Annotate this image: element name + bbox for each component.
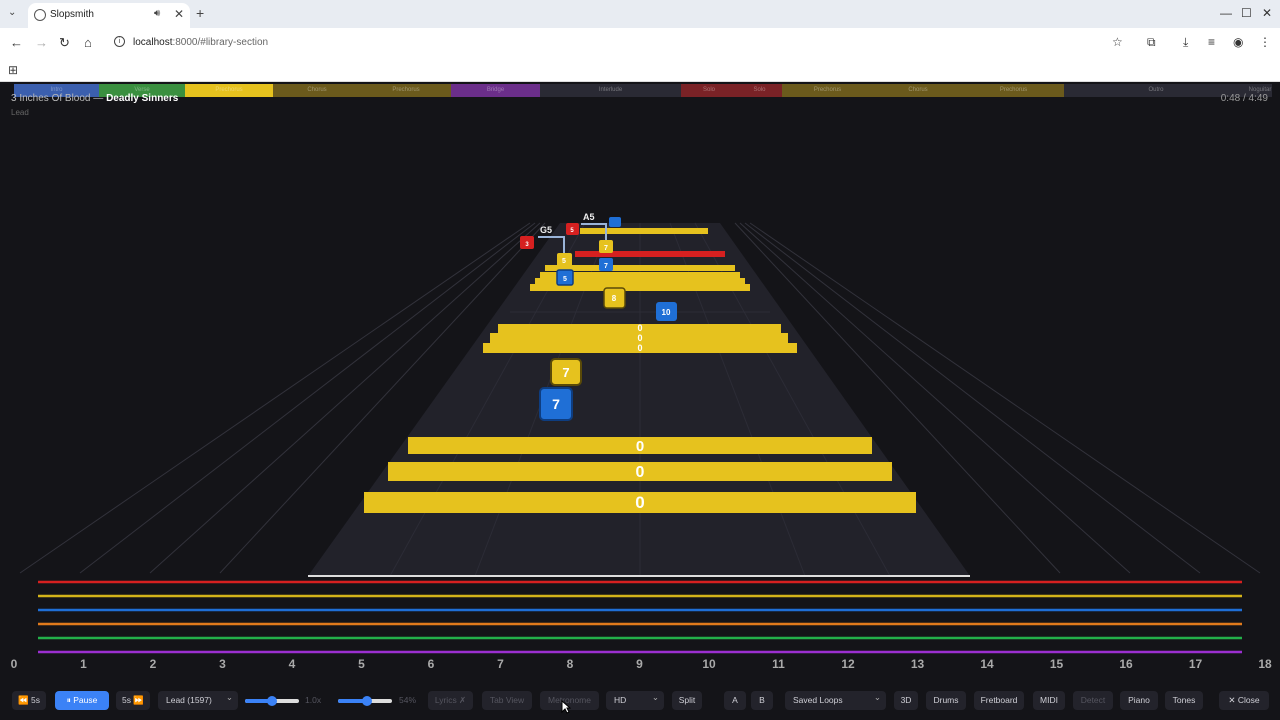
tab-title: Slopsmith bbox=[50, 9, 94, 20]
note-highway: 0 0 0 0 0 0 7 7 10 8 5 5 7 7 5 3 G5 A5 0… bbox=[11, 212, 1272, 671]
fret-number: 7 bbox=[497, 657, 504, 671]
chord-label: G5 bbox=[540, 225, 552, 235]
note-fret-label: 0 bbox=[637, 333, 642, 343]
midi-button[interactable]: MIDI bbox=[1033, 691, 1065, 710]
string-lines bbox=[38, 580, 1242, 654]
globe-icon bbox=[34, 9, 46, 21]
rewind-5s-button[interactable]: ⏪ 5s bbox=[12, 691, 46, 710]
detect-button[interactable]: Detect bbox=[1073, 691, 1113, 710]
speed-slider[interactable] bbox=[245, 696, 299, 706]
media-icon[interactable]: ≡ bbox=[1208, 35, 1215, 49]
arrangement-select[interactable]: Lead (1597) bbox=[158, 688, 238, 710]
tab-list-chevron-icon[interactable]: ⌄ bbox=[8, 7, 16, 18]
tones-button[interactable]: Tones bbox=[1165, 691, 1203, 710]
note-fret-label: 7 bbox=[562, 365, 569, 380]
tab-view-button[interactable]: Tab View bbox=[482, 691, 532, 710]
loop-b-button[interactable]: B bbox=[751, 691, 773, 710]
volume-slider-knob[interactable] bbox=[362, 696, 373, 706]
fret-number: 5 bbox=[358, 657, 365, 671]
fret-number-row: 0 1 2 3 4 5 6 7 8 9 10 11 12 13 14 15 16 17 18 bbox=[11, 657, 1272, 671]
browser-tab[interactable]: Slopsmith 🔊︎ ✕ bbox=[28, 3, 190, 28]
forward-icon[interactable]: → bbox=[35, 35, 48, 50]
fret-number: 12 bbox=[841, 657, 855, 671]
fret-number: 0 bbox=[11, 657, 18, 671]
open-note-bar bbox=[575, 251, 725, 257]
address-bar: ← → ↻ ⌂ i localhost:8000/#library-sectio… bbox=[0, 28, 1280, 58]
open-note-bar bbox=[545, 265, 735, 271]
3d-toggle-button[interactable]: 3D bbox=[894, 691, 918, 710]
chord-label: A5 bbox=[583, 212, 595, 222]
player-toolbar: ⏪ 5s ⏸ Pause 5s ⏩ Lead (1597) 1.0x 54% L… bbox=[0, 686, 1280, 720]
note-fret-label: 10 bbox=[662, 308, 671, 317]
extensions-icon[interactable]: ⧉ bbox=[1147, 35, 1156, 50]
fret-number: 6 bbox=[428, 657, 435, 671]
note-fret-label: 0 bbox=[637, 323, 642, 333]
profile-icon[interactable]: ◉ bbox=[1233, 35, 1243, 49]
speaker-icon[interactable]: 🔊︎ bbox=[154, 8, 160, 19]
speed-value: 1.0x bbox=[305, 695, 322, 705]
quality-select[interactable]: HD bbox=[606, 688, 664, 710]
fret-number: 14 bbox=[980, 657, 994, 671]
volume-slider[interactable] bbox=[338, 696, 392, 706]
back-icon[interactable]: ← bbox=[10, 35, 23, 50]
close-tab-icon[interactable]: ✕ bbox=[174, 7, 184, 21]
bookmarks-bar: ⊞ bbox=[0, 58, 1280, 82]
fret-number: 9 bbox=[636, 657, 643, 671]
browser-tab-strip: ⌄ Slopsmith 🔊︎ ✕ + — ☐ ✕ bbox=[0, 0, 1280, 28]
site-info-icon[interactable]: i bbox=[114, 36, 125, 47]
speed-slider-knob[interactable] bbox=[267, 696, 277, 706]
note-fret-label: 5 bbox=[563, 276, 567, 283]
menu-icon[interactable]: ⋮ bbox=[1259, 35, 1271, 49]
mouse-cursor-icon bbox=[561, 700, 571, 714]
note-fret-label: 0 bbox=[636, 438, 644, 455]
fret-number: 2 bbox=[150, 657, 157, 671]
fret-number: 10 bbox=[702, 657, 716, 671]
split-button[interactable]: Split bbox=[672, 691, 702, 710]
url-field[interactable]: localhost:8000/#library-section bbox=[133, 37, 268, 48]
piano-button[interactable]: Piano bbox=[1120, 691, 1158, 710]
lyrics-toggle[interactable]: Lyrics ✗ bbox=[428, 691, 473, 710]
note-fret-label: 0 bbox=[636, 464, 645, 481]
fret-number: 3 bbox=[219, 657, 226, 671]
bookmark-star-icon[interactable]: ☆ bbox=[1112, 35, 1123, 49]
download-icon[interactable]: ⤓ bbox=[1183, 35, 1188, 50]
open-note-bar bbox=[580, 228, 708, 234]
reload-icon[interactable]: ↻ bbox=[59, 35, 70, 51]
close-player-button[interactable]: ✕ Close bbox=[1219, 691, 1269, 710]
note-fret-label: 5 bbox=[562, 258, 566, 265]
loop-a-button[interactable]: A bbox=[724, 691, 746, 710]
minimize-icon[interactable]: — bbox=[1220, 6, 1232, 20]
note-fret-label: 7 bbox=[604, 263, 608, 270]
maximize-icon[interactable]: ☐ bbox=[1241, 6, 1252, 20]
fretboard-button[interactable]: Fretboard bbox=[974, 691, 1024, 710]
note-fret-label: 7 bbox=[604, 245, 608, 252]
volume-value: 54% bbox=[399, 695, 417, 705]
pause-button[interactable]: ⏸ Pause bbox=[55, 691, 109, 710]
fret-number: 18 bbox=[1258, 657, 1272, 671]
fret-number: 4 bbox=[289, 657, 296, 671]
fret-number: 1 bbox=[80, 657, 87, 671]
fret-number: 8 bbox=[567, 657, 574, 671]
fret-number: 16 bbox=[1119, 657, 1133, 671]
fret-number: 11 bbox=[772, 657, 785, 671]
fret-number: 13 bbox=[911, 657, 925, 671]
fret-number: 17 bbox=[1189, 657, 1203, 671]
note-fret-label: 7 bbox=[552, 396, 560, 412]
home-icon[interactable]: ⌂ bbox=[84, 35, 92, 50]
note-fret-label: 0 bbox=[637, 343, 642, 353]
window-close-icon[interactable]: ✕ bbox=[1262, 6, 1272, 20]
note-fret-label: 0 bbox=[635, 493, 644, 512]
drums-button[interactable]: Drums bbox=[926, 691, 966, 710]
new-tab-icon[interactable]: + bbox=[196, 5, 204, 21]
fret-number: 15 bbox=[1050, 657, 1064, 671]
saved-loops-select[interactable]: Saved Loops bbox=[785, 688, 886, 710]
forward-5s-button[interactable]: 5s ⏩ bbox=[116, 691, 150, 710]
apps-grid-icon[interactable]: ⊞ bbox=[8, 63, 18, 77]
note-fret-label: 8 bbox=[612, 294, 617, 303]
note-gem bbox=[609, 217, 621, 227]
